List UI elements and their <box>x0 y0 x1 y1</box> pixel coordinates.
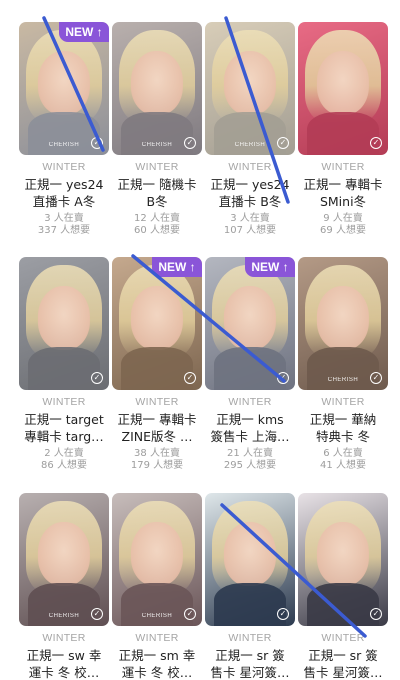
verified-check-icon: ✓ <box>277 137 289 149</box>
new-badge: NEW ↑ <box>59 22 109 42</box>
photo-face-shape <box>130 286 184 351</box>
card-title[interactable]: 正規一 華納 特典卡 冬 <box>294 411 392 445</box>
photo-body-shape <box>214 112 286 155</box>
artist-name: WINTER <box>42 161 86 173</box>
cherish-watermark: CHERISH <box>327 377 359 383</box>
cherish-watermark: CHERISH <box>234 142 266 148</box>
photo-face-shape <box>37 286 91 351</box>
photo-body-shape <box>307 112 379 155</box>
artist-name: WINTER <box>42 632 86 644</box>
photo-face-shape <box>130 51 184 116</box>
verified-check-icon: ✓ <box>184 372 196 384</box>
photocard-image[interactable]: ✓ <box>298 22 388 155</box>
verified-check-icon: ✓ <box>277 372 289 384</box>
selling-count: 38 人在賣 <box>134 448 180 459</box>
card-title[interactable]: 正規一 sr 簽 售卡 星河簽… <box>294 647 392 680</box>
wanting-count: 107 人想要 <box>223 225 277 236</box>
verified-check-icon: ✓ <box>184 137 196 149</box>
photocard-image[interactable]: CHERISH ✓ <box>205 22 295 155</box>
artist-name: WINTER <box>42 396 86 408</box>
wanting-count: 86 人想要 <box>41 460 87 471</box>
photo-body-shape <box>307 347 379 390</box>
photo-body-shape <box>28 347 100 390</box>
photo-face-shape <box>37 522 91 587</box>
card-title[interactable]: 正規一 yes24 直播卡 B冬 <box>201 176 299 210</box>
artist-name: WINTER <box>321 632 365 644</box>
artist-name: WINTER <box>228 161 272 173</box>
wanting-count: 60 人想要 <box>134 225 180 236</box>
selling-count: 6 人在賣 <box>323 448 363 459</box>
photocard-grid: CHERISH ✓ NEW ↑ WINTER 正規一 yes24 直播卡 A冬 3 人在賣… <box>0 0 400 680</box>
card-title[interactable]: 正規一 sw 幸 運卡 冬 校… <box>15 647 113 680</box>
selling-count: 3 人在賣 <box>230 213 270 224</box>
artist-name: WINTER <box>228 396 272 408</box>
wanting-count: 295 人想要 <box>223 460 277 471</box>
photocard-image[interactable]: ✓ <box>19 257 109 390</box>
verified-check-icon: ✓ <box>370 137 382 149</box>
cherish-watermark: CHERISH <box>141 613 173 619</box>
card-title[interactable]: 正規一 kms 簽售卡 上海… <box>201 411 299 445</box>
photo-body-shape <box>121 583 193 626</box>
card-title[interactable]: 正規一 yes24 直播卡 A冬 <box>15 176 113 210</box>
selling-count: 9 人在賣 <box>323 213 363 224</box>
wanting-count: 337 人想要 <box>37 225 91 236</box>
photocard-image[interactable]: CHERISH ✓ <box>19 493 109 626</box>
wanting-count: 179 人想要 <box>130 460 184 471</box>
photo-body-shape <box>307 583 379 626</box>
card-title[interactable]: 正規一 隨機卡 B冬 <box>108 176 206 210</box>
photo-face-shape <box>223 522 277 587</box>
card-title[interactable]: 正規一 專輯卡 SMini冬 <box>294 176 392 210</box>
photocard-image[interactable]: CHERISH ✓ <box>112 22 202 155</box>
photo-body-shape <box>28 583 100 626</box>
verified-check-icon: ✓ <box>184 608 196 620</box>
verified-check-icon: ✓ <box>91 372 103 384</box>
photocard-image[interactable]: CHERISH ✓ NEW ↑ <box>19 22 109 155</box>
selling-count: 2 人在賣 <box>44 448 84 459</box>
card-title[interactable]: 正規一 target 專輯卡 targ… <box>15 411 113 445</box>
verified-check-icon: ✓ <box>370 608 382 620</box>
card-title[interactable]: 正規一 sm 幸 運卡 冬 校… <box>108 647 206 680</box>
photocard-image[interactable]: ✓ <box>298 493 388 626</box>
wanting-count: 69 人想要 <box>320 225 366 236</box>
photo-face-shape <box>316 522 370 587</box>
photo-body-shape <box>121 347 193 390</box>
photo-face-shape <box>130 522 184 587</box>
artist-name: WINTER <box>321 161 365 173</box>
photocard-image[interactable]: CHERISH ✓ <box>298 257 388 390</box>
photo-face-shape <box>37 51 91 116</box>
card-title[interactable]: 正規一 專輯卡 ZINE版冬 … <box>108 411 206 445</box>
card-title[interactable]: 正規一 sr 簽 售卡 星河簽… <box>201 647 299 680</box>
verified-check-icon: ✓ <box>91 137 103 149</box>
artist-name: WINTER <box>135 161 179 173</box>
photocard-image[interactable]: CHERISH ✓ <box>112 493 202 626</box>
new-badge: NEW ↑ <box>245 257 295 277</box>
verified-check-icon: ✓ <box>370 372 382 384</box>
cherish-watermark: CHERISH <box>48 613 80 619</box>
photo-face-shape <box>223 286 277 351</box>
artist-name: WINTER <box>228 632 272 644</box>
photo-face-shape <box>316 51 370 116</box>
photo-body-shape <box>214 347 286 390</box>
artist-name: WINTER <box>135 396 179 408</box>
photocard-image[interactable]: ✓ NEW ↑ <box>112 257 202 390</box>
artist-name: WINTER <box>321 396 365 408</box>
cherish-watermark: CHERISH <box>48 142 80 148</box>
photocard-image[interactable]: ✓ NEW ↑ <box>205 257 295 390</box>
photo-body-shape <box>214 583 286 626</box>
cherish-watermark: CHERISH <box>141 142 173 148</box>
new-badge: NEW ↑ <box>152 257 202 277</box>
wanting-count: 41 人想要 <box>320 460 366 471</box>
selling-count: 3 人在賣 <box>44 213 84 224</box>
verified-check-icon: ✓ <box>91 608 103 620</box>
selling-count: 21 人在賣 <box>227 448 273 459</box>
selling-count: 12 人在賣 <box>134 213 180 224</box>
photo-face-shape <box>223 51 277 116</box>
verified-check-icon: ✓ <box>277 608 289 620</box>
photo-body-shape <box>28 112 100 155</box>
photocard-image[interactable]: ✓ <box>205 493 295 626</box>
artist-name: WINTER <box>135 632 179 644</box>
photo-face-shape <box>316 286 370 351</box>
photo-body-shape <box>121 112 193 155</box>
